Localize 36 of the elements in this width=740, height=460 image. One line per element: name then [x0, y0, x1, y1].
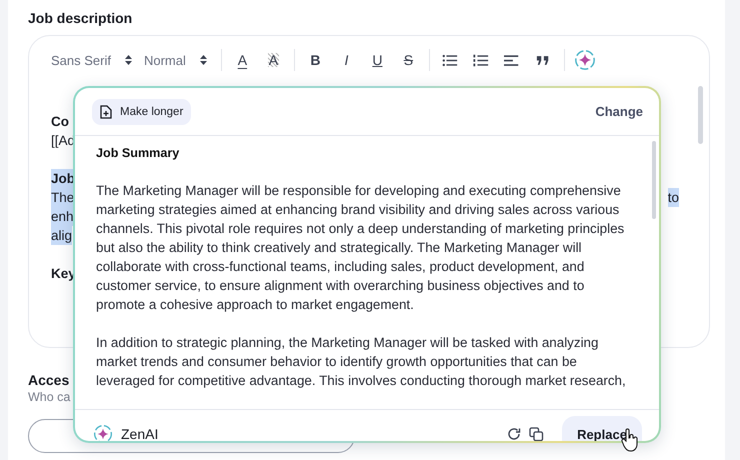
- bold-button[interactable]: B: [302, 49, 328, 71]
- sparkle-logo-icon: [93, 424, 113, 441]
- italic-button[interactable]: I: [334, 49, 359, 71]
- refresh-icon[interactable]: [507, 427, 521, 441]
- updown-icon: [124, 55, 132, 65]
- text-color-button[interactable]: A: [230, 49, 255, 71]
- editor-text: Co: [51, 113, 69, 131]
- align-left-icon[interactable]: [504, 54, 520, 66]
- highlight-button[interactable]: A: [260, 49, 286, 71]
- summary-heading: Job Summary: [96, 145, 180, 162]
- size-select[interactable]: Normal: [144, 52, 213, 68]
- field-label: Job description: [28, 9, 134, 27]
- copy-icon[interactable]: [529, 426, 544, 441]
- editor-text: enh: [51, 207, 74, 226]
- editor-text: The: [51, 188, 74, 207]
- list-icon[interactable]: [442, 54, 458, 66]
- updown-icon: [200, 55, 207, 65]
- underline-button[interactable]: U: [364, 49, 390, 71]
- document-plus-icon: [100, 104, 112, 118]
- summary-paragraph: In addition to strategic planning, the Marketing Manager will be tasked with analyzing market trends and consumer behavior to identify growth opportunities that can be leveraged for competitive advantage. This involves conducting thorough market research,: [96, 334, 627, 390]
- replace-button[interactable]: Replace: [562, 416, 642, 441]
- strike-button[interactable]: S: [396, 49, 421, 71]
- field-label: Acces: [28, 371, 70, 389]
- brand-name: ZenAI: [121, 426, 160, 441]
- numbered-list-icon[interactable]: [473, 54, 490, 66]
- editor-text: to: [668, 188, 679, 207]
- summary-paragraph: The Marketing Manager will be responsible for developing and executing comprehensive marketing strategies aimed at enhancing brand visibility and driving sales across various channels. This pivotal role requires not only a deep understanding of marketing principles but also the ability to think creatively and strategically. The Marketing Manager will collaborate with cross-functional teams, including sales, product development, and customer service, to ensure alignment with overarching business objectives and to promote a cohesive approach to market engagement.: [96, 182, 626, 314]
- quote-icon[interactable]: [536, 54, 550, 66]
- scrollbar[interactable]: [698, 86, 703, 144]
- field-hint: Who ca: [28, 389, 70, 405]
- font-select[interactable]: Sans Serif: [51, 52, 138, 68]
- editor-text: alig: [51, 226, 72, 245]
- sparkle-icon[interactable]: [574, 49, 596, 71]
- change-button[interactable]: Change: [595, 104, 643, 119]
- make-longer-chip[interactable]: Make longer: [92, 98, 192, 124]
- scrollbar[interactable]: [652, 141, 656, 219]
